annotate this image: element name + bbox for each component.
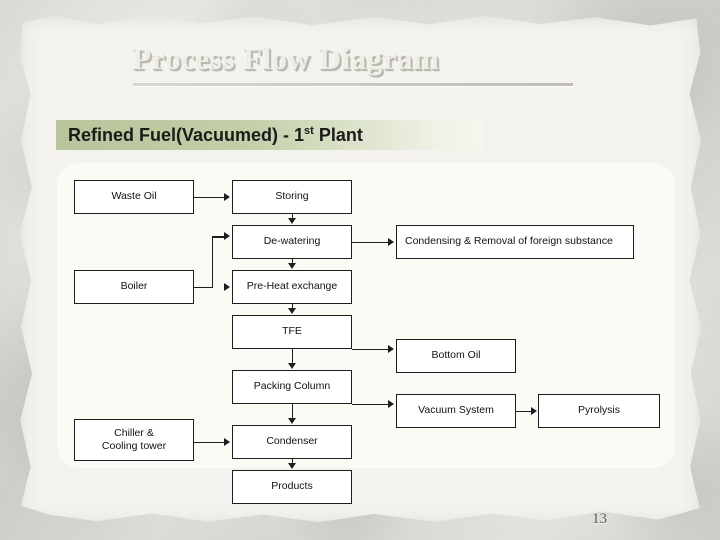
arrowhead-storing-to-de-watering [287,218,296,224]
connector-packing-to-condenser [291,404,293,419]
subtitle-prefix: Refined Fuel(Vacuumed) - 1 [68,125,305,145]
arrowhead-boiler-top-branch [224,232,230,240]
node-de-watering-label: De-watering [263,235,321,248]
node-waste-oil[interactable]: Waste Oil [74,180,194,214]
slide: Process Flow Diagram Refined Fuel(Vacuum… [0,0,720,540]
page-title: Process Flow Diagram [132,41,440,76]
node-chiller-cooling-tower-lines: Chiller & Cooling tower [102,427,166,453]
connector-waste-oil-to-storing [194,196,224,198]
connector-tfe-to-bottom-oil [352,348,388,350]
node-products-label: Products [271,480,313,493]
arrowhead-waste-oil-to-storing [224,192,230,201]
node-condenser[interactable]: Condenser [232,425,352,459]
node-chiller-cooling-tower[interactable]: Chiller & Cooling tower [74,419,194,461]
arrowhead-tfe-to-bottom-oil [388,344,394,353]
title-underline [133,83,573,86]
node-packing-column[interactable]: Packing Column [232,370,352,404]
connector-boiler-top-branch [211,236,225,238]
node-bottom-oil[interactable]: Bottom Oil [396,339,516,373]
connector-vacuum-to-pyrolysis [516,410,532,412]
node-tfe-label: TFE [282,325,302,338]
node-storing-label: Storing [275,190,309,203]
arrowhead-vacuum-to-pyrolysis [531,406,537,415]
node-condensing-removal-label: Condensing & Removal of foreign substanc… [405,235,613,248]
subtitle-suffix: Plant [313,125,363,145]
connector-boiler-to-pre-heat [194,286,213,288]
arrowhead-boiler-to-pre-heat [224,282,230,291]
node-pre-heat-exchange[interactable]: Pre-Heat exchange [232,270,352,304]
arrowhead-condenser-to-products [287,463,296,469]
node-boiler[interactable]: Boiler [74,270,194,304]
node-products[interactable]: Products [232,470,352,504]
node-pre-heat-exchange-label: Pre-Heat exchange [246,280,338,293]
arrowhead-tfe-to-packing-column [287,363,296,369]
node-packing-column-label: Packing Column [253,380,331,393]
connector-packing-to-vacuum [352,403,388,405]
node-pyrolysis-label: Pyrolysis [577,404,620,417]
connector-boiler-riser [211,236,213,287]
node-boiler-label: Boiler [120,280,148,293]
node-pyrolysis[interactable]: Pyrolysis [538,394,660,428]
connector-chiller-to-condenser [194,441,224,443]
arrowhead-de-watering-to-condensing [388,237,394,246]
subtitle-text: Refined Fuel(Vacuumed) - 1st Plant [68,125,363,146]
arrowhead-chiller-to-condenser [224,437,230,446]
node-condensing-removal[interactable]: Condensing & Removal of foreign substanc… [396,225,634,259]
arrowhead-packing-to-vacuum [388,399,394,408]
subtitle-superscript: st [304,125,314,137]
arrowhead-de-watering-to-pre-heat [287,263,296,269]
node-waste-oil-label: Waste Oil [111,190,157,203]
node-condenser-label: Condenser [266,435,318,448]
arrowhead-packing-to-condenser [287,418,296,424]
node-bottom-oil-label: Bottom Oil [431,349,481,362]
connector-tfe-to-packing-column [291,349,293,364]
connector-de-watering-to-condensing [352,241,388,243]
node-de-watering[interactable]: De-watering [232,225,352,259]
node-chiller-line2: Cooling tower [101,440,167,452]
node-tfe[interactable]: TFE [232,315,352,349]
arrowhead-pre-heat-to-tfe [287,308,296,314]
slide-number: 13 [592,511,607,527]
node-chiller-line1: Chiller & [114,426,154,439]
node-vacuum-system-label: Vacuum System [418,404,494,417]
node-vacuum-system[interactable]: Vacuum System [396,394,516,428]
node-storing[interactable]: Storing [232,180,352,214]
